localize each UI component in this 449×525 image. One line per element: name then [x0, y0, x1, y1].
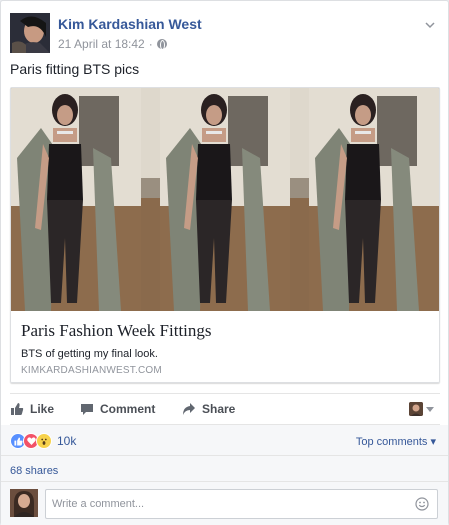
shares-row: 68 shares	[1, 455, 448, 481]
caret-down-icon	[426, 406, 434, 412]
share-arrow-icon	[183, 403, 195, 415]
caret-down-icon: ▾	[430, 436, 436, 448]
post-meta: 21 April at 18:42 ·	[58, 37, 167, 51]
link-description: BTS of getting my final look.	[21, 348, 158, 360]
link-title[interactable]: Paris Fashion Week Fittings	[21, 321, 212, 341]
post-timestamp[interactable]: 21 April at 18:42	[58, 37, 145, 51]
link-preview-card[interactable]: Paris Fashion Week Fittings BTS of getti…	[10, 87, 440, 383]
comment-button[interactable]: Comment	[80, 402, 155, 416]
reaction-count[interactable]: 10k	[57, 434, 76, 448]
comment-input[interactable]	[45, 489, 438, 519]
viewer-mini-avatar	[409, 402, 423, 416]
author-name[interactable]: Kim Kardashian West	[58, 16, 202, 32]
share-label: Share	[202, 402, 236, 416]
link-preview-body[interactable]: Paris Fashion Week Fittings BTS of getti…	[11, 311, 439, 382]
comment-composer	[1, 481, 448, 525]
like-label: Like	[30, 402, 55, 416]
react-as-selector[interactable]	[409, 402, 434, 416]
viewer-avatar[interactable]	[10, 489, 38, 517]
smiley-icon[interactable]	[415, 497, 429, 511]
meta-separator: ·	[148, 37, 153, 51]
shares-count[interactable]: 68 shares	[10, 465, 58, 477]
reactions-summary[interactable]: 10k	[10, 433, 76, 449]
chevron-down-icon[interactable]	[424, 19, 436, 31]
globe-icon	[156, 39, 167, 50]
comment-sort-label: Top comments	[355, 436, 428, 448]
share-button[interactable]: Share	[182, 402, 235, 416]
post-actions-bar: Like Comment Share	[10, 393, 440, 425]
comment-label: Comment	[100, 402, 156, 416]
post-text: Paris fitting BTS pics	[10, 61, 140, 77]
comment-sort-dropdown[interactable]: Top comments ▾	[356, 435, 436, 448]
link-preview-image[interactable]	[11, 88, 439, 311]
post-card: Kim Kardashian West 21 April at 18:42 · …	[0, 0, 449, 525]
author-avatar[interactable]	[10, 13, 50, 53]
wow-reaction-icon	[36, 433, 52, 449]
post-footer: 10k Top comments ▾ 68 shares	[1, 425, 448, 525]
thumbs-up-icon	[11, 403, 24, 415]
like-button[interactable]: Like	[10, 402, 54, 416]
link-domain: KIMKARDASHIANWEST.COM	[21, 365, 162, 376]
post-header: Kim Kardashian West 21 April at 18:42 ·	[10, 13, 440, 53]
comment-icon	[81, 404, 93, 415]
